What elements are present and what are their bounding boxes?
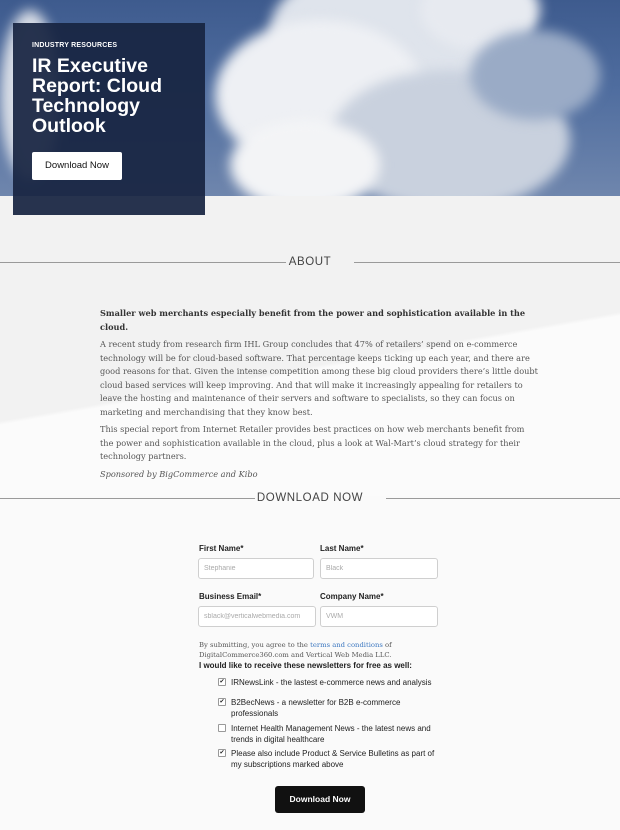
newsletter-label: B2BecNews - a newsletter for B2B e-comme… [231, 698, 401, 718]
sponsor-note: Sponsored by BigCommerce and Kibo [100, 468, 258, 479]
newsletter-label: Internet Health Management News - the la… [231, 724, 431, 744]
hero-card: INDUSTRY RESOURCES IR Executive Report: … [13, 23, 205, 215]
divider [386, 498, 620, 499]
email-label: Business Email* [199, 592, 262, 601]
newsletter-label: IRNewsLink - the lastest e-commerce news… [231, 678, 432, 687]
checkbox[interactable]: ✔ [218, 698, 226, 706]
about-section-header: ABOUT [0, 255, 620, 269]
first-name-field[interactable] [198, 558, 314, 579]
download-section-header: DOWNLOAD NOW [0, 491, 620, 505]
last-name-field[interactable] [320, 558, 438, 579]
divider [354, 262, 620, 263]
first-name-label: First Name* [199, 544, 244, 553]
last-name-label: Last Name* [320, 544, 364, 553]
hero-title: IR Executive Report: Cloud Technology Ou… [32, 55, 162, 137]
hero-eyebrow: INDUSTRY RESOURCES [32, 42, 118, 49]
about-content: Smaller web merchants especially benefit… [100, 307, 540, 481]
checkbox[interactable] [218, 724, 226, 732]
hero-download-button[interactable]: Download Now [32, 152, 122, 180]
consent-text: By submitting, you agree to the terms an… [199, 640, 439, 660]
terms-link[interactable]: terms and conditions [310, 641, 383, 649]
email-field[interactable] [198, 606, 316, 627]
consent-before: By submitting, you agree to the [199, 641, 311, 649]
newsletter-label: Please also include Product & Service Bu… [231, 749, 435, 769]
about-paragraph: This special report from Internet Retail… [100, 424, 525, 461]
submit-download-button[interactable]: Download Now [275, 786, 365, 813]
company-label: Company Name* [320, 592, 384, 601]
newsletter-heading: I would like to receive these newsletter… [199, 661, 412, 670]
about-paragraph: A recent study from research firm IHL Gr… [100, 339, 538, 417]
cloud-image [470, 30, 600, 120]
checkbox[interactable]: ✔ [218, 749, 226, 757]
company-field[interactable] [320, 606, 438, 627]
about-lead: Smaller web merchants especially benefit… [100, 308, 526, 332]
checkbox[interactable]: ✔ [218, 678, 226, 686]
